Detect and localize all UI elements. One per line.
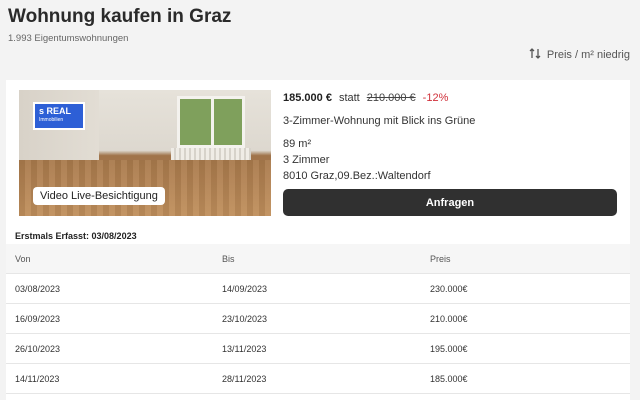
cell-von: 16/09/2023 — [15, 313, 61, 324]
sort-button[interactable]: Preis / m² niedrig — [529, 48, 630, 62]
cell-preis: 185.000€ — [430, 373, 468, 384]
video-viewing-badge[interactable]: Video Live-Besichtigung — [33, 187, 165, 205]
table-row: 03/08/2023 14/09/2023 230.000€ — [6, 274, 630, 304]
cell-bis: 23/10/2023 — [222, 313, 268, 324]
result-count: 1.993 Eigentumswohnungen — [8, 33, 129, 44]
table-row: 14/11/2023 28/11/2023 185.000€ — [6, 364, 630, 394]
agency-logo: s REAL Immobilien — [33, 102, 85, 130]
first-recorded: Erstmals Erfasst: 03/08/2023 — [15, 231, 137, 241]
photo-window — [177, 96, 245, 148]
cell-bis: 13/11/2023 — [222, 343, 267, 354]
agency-logo-line1: s REAL — [39, 106, 72, 116]
listing-rooms: 3 Zimmer — [283, 154, 330, 166]
cell-von: 26/10/2023 — [15, 343, 61, 354]
agency-logo-line2: Immobilien — [39, 117, 64, 123]
cell-von: 14/11/2023 — [15, 373, 60, 384]
cell-von: 03/08/2023 — [15, 283, 61, 294]
listing-area: 89 m² — [283, 138, 312, 150]
listing-card: s REAL Immobilien Video Live-Besichtigun… — [6, 80, 630, 400]
column-header-preis: Preis — [430, 253, 451, 264]
column-header-von: Von — [15, 253, 31, 264]
listing-photo[interactable]: s REAL Immobilien Video Live-Besichtigun… — [19, 90, 271, 216]
statt-label: statt — [338, 92, 360, 104]
cell-preis: 195.000€ — [430, 343, 468, 354]
listing-location: 8010 Graz,09.Bez.:Waltendorf — [283, 170, 431, 182]
listing-facts: 89 m² 3 Zimmer 8010 Graz,09.Bez.:Waltend… — [283, 136, 618, 184]
cell-bis: 28/11/2023 — [222, 373, 267, 384]
sort-arrows-icon — [529, 48, 542, 62]
discount-badge: -12% — [422, 92, 449, 104]
table-header: Von Bis Preis — [6, 244, 630, 274]
table-row: 26/10/2023 13/11/2023 195.000€ — [6, 334, 630, 364]
table-row: 16/09/2023 23/10/2023 210.000€ — [6, 304, 630, 334]
sort-label: Preis / m² niedrig — [546, 49, 630, 61]
price-line: 185.000 € statt 210.000 € -12% — [283, 92, 618, 104]
cell-preis: 230.000€ — [430, 283, 468, 294]
inquire-button[interactable]: Anfragen — [283, 189, 617, 216]
current-price: 185.000 € — [283, 92, 332, 104]
column-header-bis: Bis — [222, 253, 235, 264]
cell-bis: 14/09/2023 — [222, 283, 268, 294]
page-title: Wohnung kaufen in Graz — [8, 6, 232, 27]
price-history-table: Von Bis Preis 03/08/2023 14/09/2023 230.… — [6, 244, 630, 394]
cell-preis: 210.000€ — [430, 313, 468, 324]
listing-info: 185.000 € statt 210.000 € -12% 3-Zimmer-… — [283, 92, 618, 184]
listing-description[interactable]: 3-Zimmer-Wohnung mit Blick ins Grüne — [283, 115, 618, 127]
old-price: 210.000 € — [366, 92, 416, 104]
